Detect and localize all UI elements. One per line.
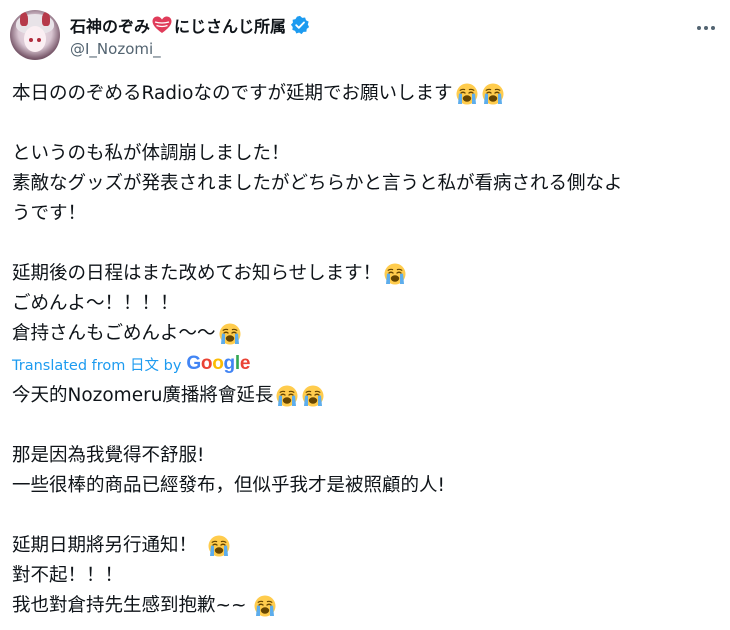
text-line: というのも私が体調崩しました！ bbox=[12, 143, 290, 164]
tweet-translated-text: 今天的Nozomeru廣播將會延長 那是因為我覺得不舒服! 一些很棒的商品已經發… bbox=[12, 381, 718, 621]
crying-face-icon bbox=[253, 594, 277, 618]
text-line: 一些很棒的商品已經發布，但似乎我才是被照顧的人! bbox=[12, 475, 445, 496]
display-name-part2[interactable]: にじさんじ所属 bbox=[174, 13, 286, 37]
verified-badge-icon bbox=[290, 15, 310, 35]
text-line: 素敵なグッズが発表されましたがどちらかと言うと私が看病される側なよ bbox=[12, 173, 623, 194]
text-line: 對不起！！！ bbox=[12, 565, 124, 586]
heart-emoji-icon bbox=[152, 16, 172, 33]
text-line: うです！ bbox=[12, 203, 87, 224]
text-line bbox=[12, 501, 718, 531]
tweet-original-text: 本日ののぞめるRadioなのですが延期でお願いします というのも私が体調崩しまし… bbox=[12, 79, 718, 349]
text-line bbox=[12, 411, 718, 441]
display-name-part1[interactable]: 石神のぞみ bbox=[70, 13, 150, 37]
text-line bbox=[12, 229, 718, 259]
crying-face-icon bbox=[455, 82, 479, 106]
crying-face-icon bbox=[383, 262, 407, 286]
crying-face-icon bbox=[481, 82, 505, 106]
text-line: 那是因為我覺得不舒服! bbox=[12, 445, 205, 466]
google-logo: Google bbox=[186, 353, 251, 374]
crying-face-icon bbox=[218, 322, 242, 346]
text-line: 倉持さんもごめんよ〜〜 bbox=[12, 319, 718, 349]
text-line: 我也對倉持先生感到抱歉~~ bbox=[12, 591, 718, 621]
text-line: ごめんよ〜！！！！ bbox=[12, 293, 179, 314]
text-line: 延期日期將另行通知！ bbox=[12, 531, 718, 561]
user-handle[interactable]: @I_Nozomi_ bbox=[70, 40, 161, 58]
text-line bbox=[12, 109, 718, 139]
translation-label[interactable]: Translated from 日文 by bbox=[12, 354, 181, 375]
text-line: 延期後の日程はまた改めてお知らせします！ bbox=[12, 259, 718, 289]
crying-face-icon bbox=[301, 384, 325, 408]
tweet-header: 石神のぞみ にじさんじ所属 @I_Nozomi_ bbox=[10, 10, 720, 62]
crying-face-icon bbox=[275, 384, 299, 408]
crying-face-icon bbox=[207, 534, 231, 558]
text-line: 本日ののぞめるRadioなのですが延期でお願いします bbox=[12, 79, 718, 109]
display-name-row[interactable]: 石神のぞみ にじさんじ所属 bbox=[70, 14, 310, 36]
text-line: 今天的Nozomeru廣播將會延長 bbox=[12, 381, 718, 411]
translated-by-link[interactable]: Translated from 日文 by Google bbox=[12, 353, 250, 375]
more-options-icon[interactable] bbox=[694, 16, 718, 40]
avatar[interactable] bbox=[10, 10, 60, 60]
